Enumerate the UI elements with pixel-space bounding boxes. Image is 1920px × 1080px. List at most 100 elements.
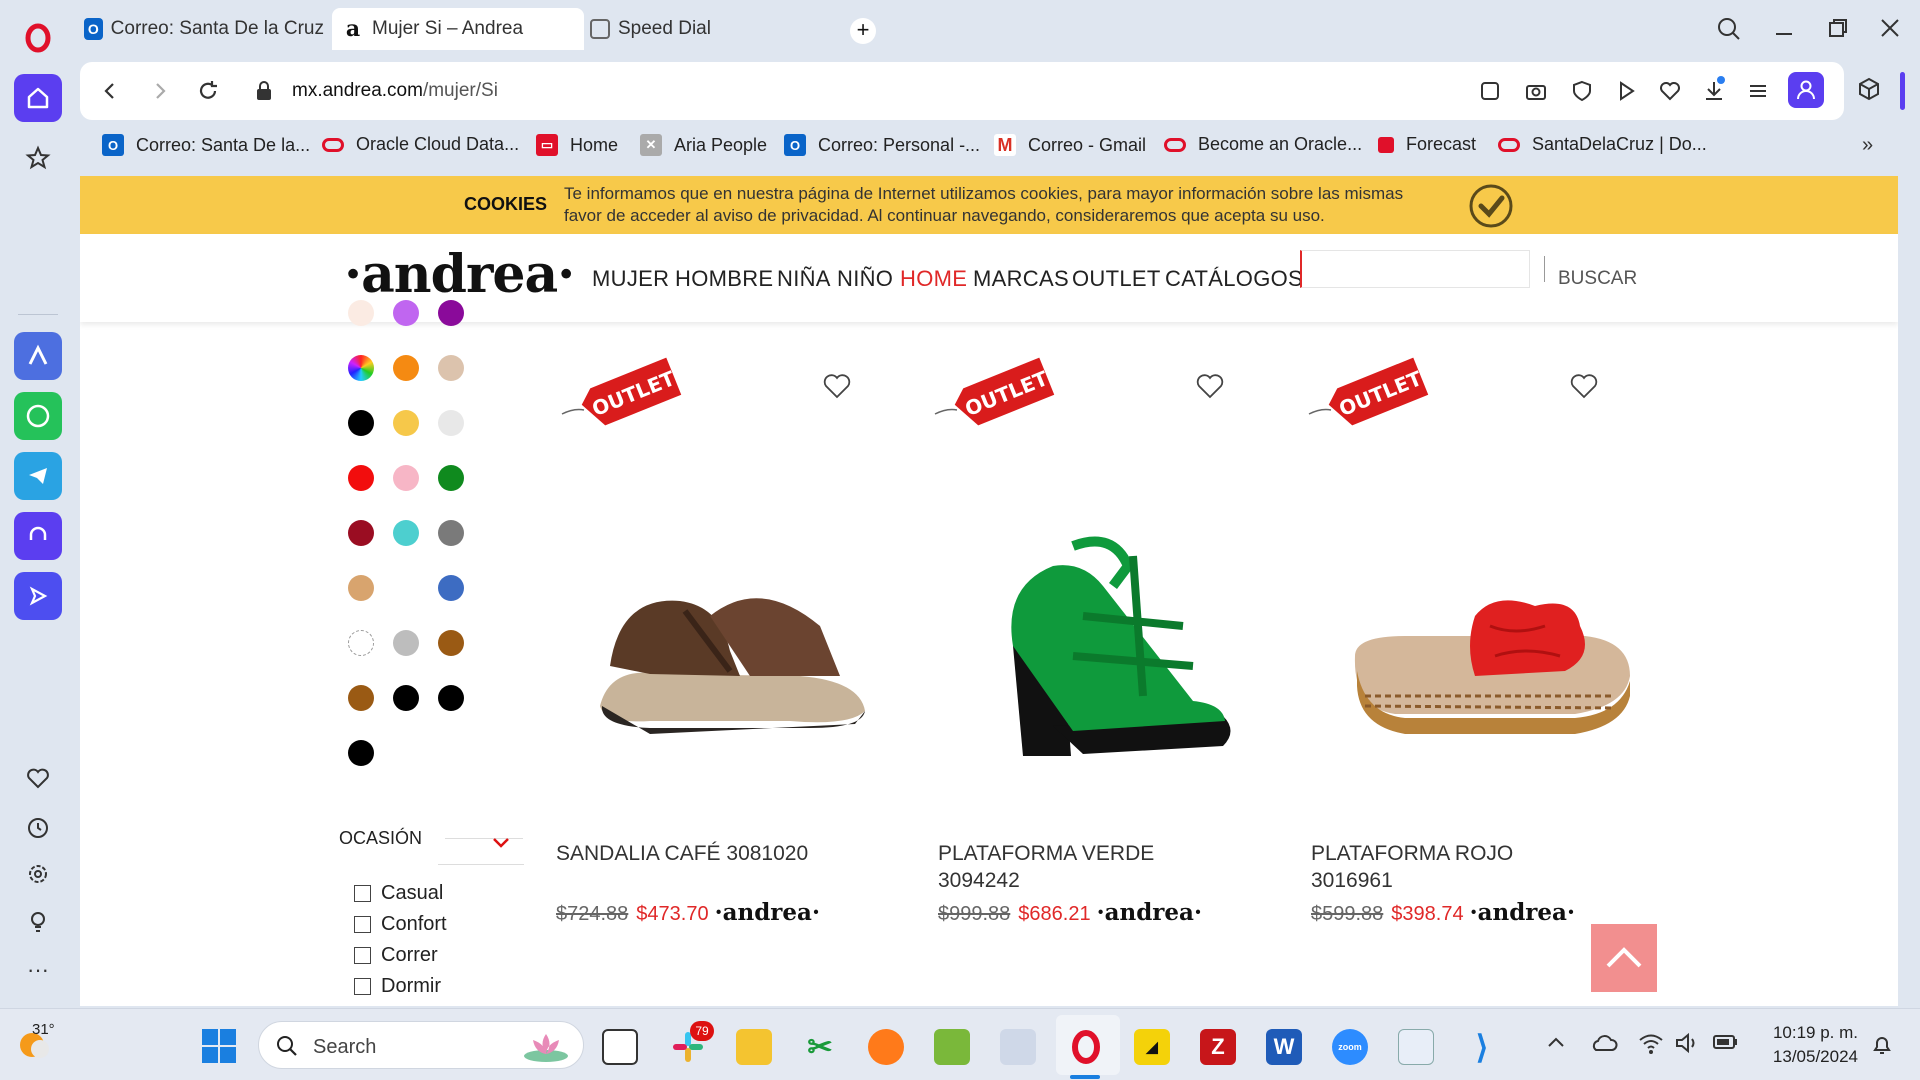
more-icon[interactable]: ··· [14,946,62,994]
forward-icon[interactable] [148,79,172,108]
color-swatch[interactable] [393,410,419,436]
color-swatch[interactable] [438,520,464,546]
color-swatch[interactable] [348,300,374,326]
task-view-icon[interactable] [602,1029,638,1065]
music-player-icon[interactable] [14,512,62,560]
color-swatch[interactable] [393,685,419,711]
extensions-icon[interactable] [1856,76,1882,107]
snipping-tool-icon[interactable]: ✂ [802,1029,838,1065]
notification-icon[interactable] [1870,1033,1894,1062]
sidebar-toggle[interactable] [1900,72,1905,110]
opera-taskbar-icon[interactable] [1068,1029,1104,1065]
product-card[interactable]: OUTLET SANDALIA CAFÉ 3081020 $724.88 $473… [556,356,865,926]
media-player-icon[interactable] [1398,1029,1434,1065]
color-swatch[interactable] [438,355,464,381]
product-card[interactable]: OUTLET PLATAFORMA ROJO 3016961 $599.88 $39… [1307,356,1630,926]
occasion-title[interactable]: OCASIÓN [339,828,422,849]
restore-icon[interactable] [1826,16,1850,45]
more-bookmarks-icon[interactable]: » [1862,134,1873,157]
color-swatch[interactable] [438,685,464,711]
wishlist-heart-icon[interactable] [822,372,852,400]
color-swatch[interactable] [438,630,464,656]
product-image-sandal-brown[interactable] [590,556,870,741]
word-icon[interactable]: W [1266,1029,1302,1065]
product-name[interactable]: SANDALIA CAFÉ 3081020 [556,840,808,867]
product-card[interactable]: OUTLET PLATAFORMA VERDE 3094242 $999.88 $6… [933,356,1233,926]
download-icon[interactable] [1702,76,1726,109]
color-swatch[interactable] [438,575,464,601]
color-swatch[interactable] [438,300,464,326]
bookmark-item[interactable]: O Correo: Personal -... [784,134,980,156]
color-swatch[interactable] [348,520,374,546]
opera-logo-icon[interactable] [14,14,62,62]
color-swatch[interactable] [393,630,419,656]
vscode-icon[interactable]: ⟩ [1464,1029,1500,1065]
color-swatch[interactable] [348,630,374,656]
product-image-platform-red[interactable] [1345,596,1635,751]
nav-home[interactable]: HOME [900,266,967,292]
sticky-notes-icon[interactable]: ◢ [1134,1029,1170,1065]
home-icon[interactable] [14,74,62,122]
bookmark-item[interactable]: M Correo - Gmail [994,134,1146,156]
heart-icon[interactable] [14,754,62,802]
search-button[interactable]: BUSCAR [1558,268,1637,290]
firefox-icon[interactable] [868,1029,904,1065]
favorite-icon[interactable] [1658,79,1682,108]
wifi-icon[interactable] [1638,1031,1664,1060]
color-swatch[interactable] [438,465,464,491]
tab-search-icon[interactable] [1716,16,1742,47]
chevron-down-icon[interactable] [492,836,510,854]
product-image-platform-green[interactable] [993,526,1243,771]
nav-marcas[interactable]: MARCAS [973,266,1069,292]
bookmark-item[interactable]: Forecast [1378,134,1476,155]
bookmark-item[interactable]: SantaDelaCruz | Do... [1498,134,1707,155]
color-swatch[interactable] [348,685,374,711]
lightbulb-icon[interactable] [14,898,62,946]
volume-icon[interactable] [1674,1031,1700,1060]
tab-mujer-si[interactable]: a Mujer Si – Andrea [332,8,584,50]
occasion-checkbox[interactable]: Casual [354,882,443,905]
product-name[interactable]: PLATAFORMA VERDE 3094242 [938,840,1154,894]
occasion-checkbox[interactable]: Dormir [354,975,441,998]
cookie-accept-icon[interactable] [1468,183,1514,234]
star-icon[interactable] [14,134,62,182]
tab-correo[interactable]: O Correo: Santa De la Cruz [84,8,324,50]
color-swatch[interactable] [393,355,419,381]
clock[interactable]: 10:19 p. m. 13/05/2024 [1748,1021,1858,1069]
database-icon[interactable] [1000,1029,1036,1065]
whatsapp-icon[interactable] [14,392,62,440]
notepad-plus-icon[interactable] [934,1029,970,1065]
file-explorer-icon[interactable] [736,1029,772,1065]
reload-icon[interactable] [196,79,220,108]
nav-nina[interactable]: NIÑA [777,266,831,292]
battery-icon[interactable] [1712,1033,1740,1056]
url-field[interactable]: mx.andrea.com/mujer/Si [292,80,498,102]
andrea-logo[interactable]: ·andrea· [344,244,575,305]
nav-outlet[interactable]: OUTLET [1072,266,1161,292]
onedrive-icon[interactable] [1590,1033,1618,1058]
minimize-icon[interactable] [1772,16,1796,45]
bookmark-item[interactable]: O Correo: Santa De la... [102,134,310,156]
product-name[interactable]: PLATAFORMA ROJO 3016961 [1311,840,1513,894]
nav-nino[interactable]: NIÑO [837,266,893,292]
color-swatch[interactable] [393,465,419,491]
adblock-icon[interactable] [1570,79,1594,108]
flow-icon[interactable] [14,572,62,620]
color-swatch[interactable] [393,520,419,546]
chevron-up-icon[interactable] [1546,1035,1566,1054]
color-swatch[interactable] [348,355,374,381]
filezilla-icon[interactable]: Z [1200,1029,1236,1065]
zoom-icon[interactable]: zoom [1332,1029,1368,1065]
new-tab-icon[interactable]: + [850,18,876,44]
nav-catalogos[interactable]: CATÁLOGOS [1165,266,1303,292]
profile-icon[interactable] [1788,72,1824,108]
nav-mujer[interactable]: MUJER [592,266,669,292]
wishlist-heart-icon[interactable] [1569,372,1599,400]
color-swatch[interactable] [438,410,464,436]
bookmark-item[interactable]: Oracle Cloud Data... [322,134,519,155]
history-icon[interactable] [14,804,62,852]
color-swatch[interactable] [348,740,374,766]
color-swatch[interactable] [348,410,374,436]
telegram-icon[interactable] [14,452,62,500]
color-swatch[interactable] [393,300,419,326]
